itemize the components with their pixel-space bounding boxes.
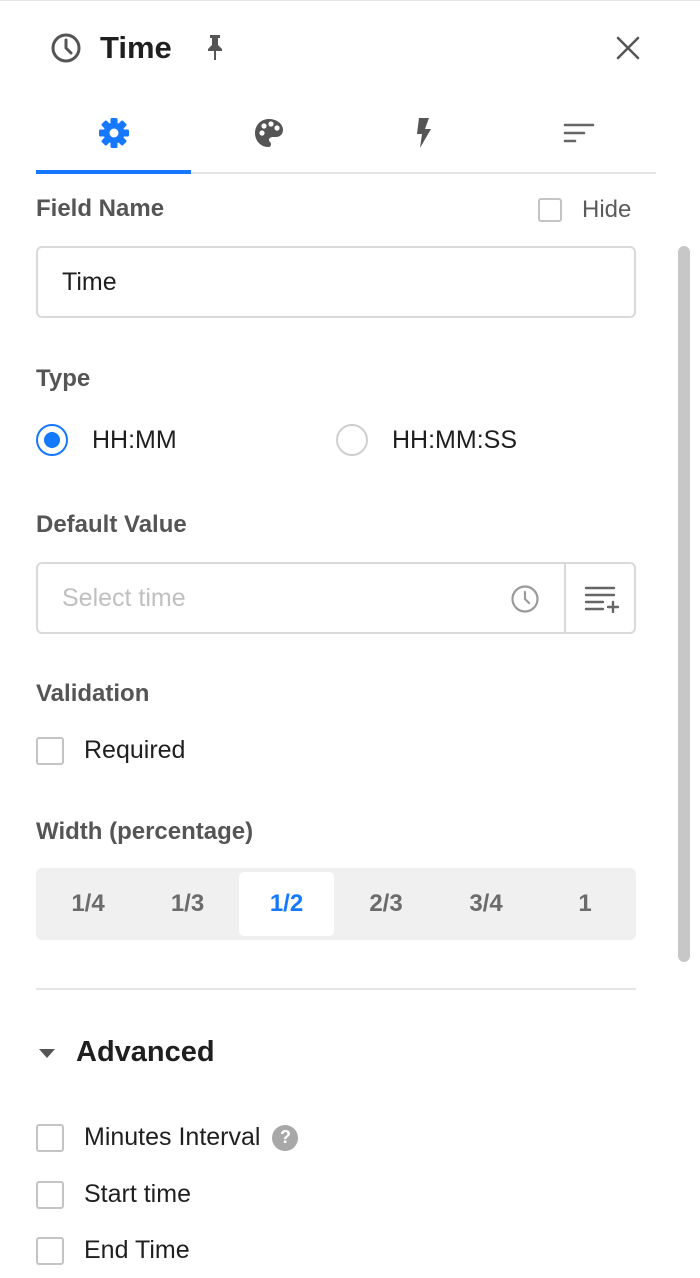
lightning-icon — [416, 118, 431, 148]
close-icon[interactable] — [612, 32, 644, 64]
scrollbar[interactable] — [678, 246, 692, 962]
default-value-label: Default Value — [36, 511, 187, 538]
width-label: Width (percentage) — [36, 818, 254, 845]
end-time-label: End Time — [84, 1236, 190, 1264]
radio-button-selected[interactable] — [36, 424, 68, 456]
start-time-label: Start time — [84, 1180, 191, 1208]
radio-hh-mm[interactable]: HH:MM — [36, 424, 177, 456]
required-checkbox[interactable] — [36, 736, 64, 765]
list-add-icon — [584, 586, 619, 613]
field-settings-panel: Time Field Name Hide Time Type HH:MM HH:… — [0, 0, 700, 1278]
hide-checkbox[interactable] — [538, 198, 562, 222]
required-checkbox-row[interactable]: Required — [36, 736, 185, 765]
gear-icon — [98, 118, 129, 148]
advanced-title: Advanced — [76, 1036, 215, 1068]
tab-sort[interactable] — [501, 96, 656, 170]
advanced-toggle[interactable]: Advanced — [36, 1036, 215, 1069]
settings-tabs — [36, 96, 656, 174]
sort-icon — [563, 123, 594, 143]
radio-hh-mm-ss[interactable]: HH:MM:SS — [336, 424, 517, 456]
hide-label: Hide — [582, 196, 632, 223]
help-icon[interactable]: ? — [272, 1124, 299, 1151]
active-tab-indicator — [36, 170, 191, 174]
end-time-checkbox[interactable] — [36, 1236, 64, 1265]
radio-label-hh-mm: HH:MM — [92, 425, 177, 454]
start-time-row[interactable]: Start time — [36, 1180, 191, 1209]
required-label: Required — [84, 736, 186, 764]
width-option-3-4[interactable]: 3/4 — [438, 872, 534, 936]
time-input[interactable]: Select time — [38, 564, 564, 632]
width-option-1-2[interactable]: 1/2 — [239, 872, 334, 936]
panel-title: Time — [100, 30, 172, 65]
validation-label: Validation — [36, 680, 150, 707]
default-time-picker: Select time — [36, 562, 636, 634]
width-segmented-control: 1/4 1/3 1/2 2/3 3/4 1 — [36, 868, 636, 940]
caret-down-icon — [39, 1048, 55, 1058]
width-option-1[interactable]: 1 — [538, 872, 632, 936]
minutes-interval-row[interactable]: Minutes Interval ? — [36, 1123, 299, 1152]
start-time-checkbox[interactable] — [36, 1180, 64, 1209]
width-option-1-4[interactable]: 1/4 — [40, 872, 136, 936]
tab-style[interactable] — [191, 96, 346, 170]
radio-label-hh-mm-ss: HH:MM:SS — [392, 425, 517, 454]
minutes-interval-checkbox[interactable] — [36, 1123, 64, 1152]
field-name-input[interactable]: Time — [36, 246, 636, 318]
panel-header: Time — [0, 0, 700, 96]
add-variable-button[interactable] — [564, 564, 636, 632]
clock-icon[interactable] — [510, 584, 540, 614]
scrollbar-thumb[interactable] — [678, 246, 690, 962]
end-time-row[interactable]: End Time — [36, 1236, 190, 1265]
hide-checkbox-row[interactable]: Hide — [538, 196, 631, 224]
minutes-interval-label: Minutes Interval — [84, 1123, 261, 1151]
tab-actions[interactable] — [346, 96, 501, 170]
palette-icon — [254, 119, 283, 147]
type-label: Type — [36, 365, 91, 392]
width-option-1-3[interactable]: 1/3 — [140, 872, 235, 936]
clock-icon — [51, 33, 81, 63]
pin-icon[interactable] — [203, 33, 227, 61]
radio-button[interactable] — [336, 424, 368, 456]
section-divider — [36, 988, 636, 990]
field-name-label: Field Name — [36, 195, 165, 222]
tab-settings[interactable] — [36, 96, 191, 170]
width-option-2-3[interactable]: 2/3 — [338, 872, 434, 936]
